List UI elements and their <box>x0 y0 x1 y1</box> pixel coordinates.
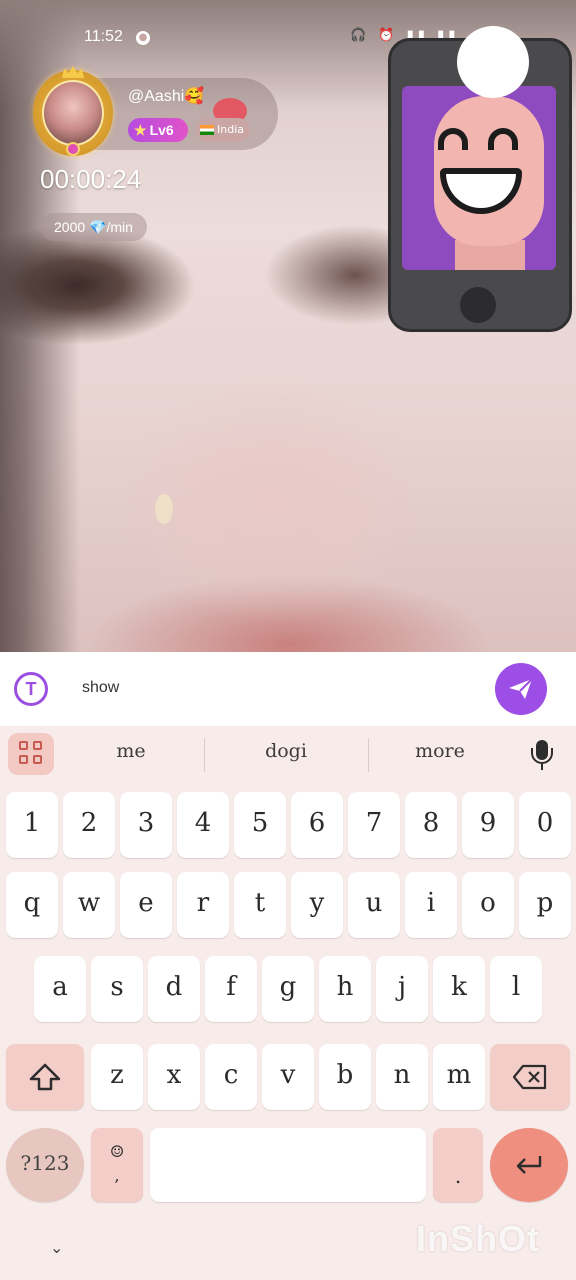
message-input[interactable] <box>82 674 472 702</box>
send-icon <box>509 678 533 699</box>
rate-value: 2000 <box>54 219 86 235</box>
key-m[interactable]: m <box>433 1044 485 1110</box>
key-z[interactable]: z <box>91 1044 143 1110</box>
key-x[interactable]: x <box>148 1044 200 1110</box>
enter-key[interactable] <box>490 1128 568 1202</box>
key-7[interactable]: 7 <box>348 792 400 858</box>
key-p[interactable]: p <box>519 872 571 938</box>
key-q[interactable]: q <box>6 872 58 938</box>
phone-camera-icon <box>457 26 529 98</box>
key-2[interactable]: 2 <box>63 792 115 858</box>
key-v[interactable]: v <box>262 1044 314 1110</box>
chevron-down-icon[interactable]: ⌄ <box>50 1238 66 1257</box>
suggestion-divider <box>368 738 369 772</box>
comma-label: , <box>114 1166 120 1185</box>
space-key[interactable] <box>150 1128 426 1202</box>
backspace-icon <box>512 1064 547 1090</box>
key-n[interactable]: n <box>376 1044 428 1110</box>
key-b[interactable]: b <box>319 1044 371 1110</box>
key-l[interactable]: l <box>490 956 542 1022</box>
country-label: India <box>217 123 244 136</box>
key-a[interactable]: a <box>34 956 86 1022</box>
key-j[interactable]: j <box>376 956 428 1022</box>
key-c[interactable]: c <box>205 1044 257 1110</box>
level-badge: ★ Lv6 <box>128 118 188 142</box>
gem-icon <box>66 142 80 156</box>
left-eye-icon <box>438 128 468 150</box>
key-w[interactable]: w <box>63 872 115 938</box>
key-e[interactable]: e <box>120 872 172 938</box>
send-button[interactable] <box>495 663 547 715</box>
enter-icon <box>516 1156 542 1174</box>
key-3[interactable]: 3 <box>120 792 172 858</box>
avatar[interactable] <box>42 80 104 146</box>
suggestion-3[interactable]: more <box>375 740 505 762</box>
key-g[interactable]: g <box>262 956 314 1022</box>
keyboard-menu-button[interactable] <box>8 733 54 775</box>
backspace-key[interactable] <box>490 1044 570 1110</box>
shift-key[interactable] <box>6 1044 84 1110</box>
key-5[interactable]: 5 <box>234 792 286 858</box>
period-key[interactable]: . <box>433 1128 483 1202</box>
star-icon: ★ <box>134 122 147 138</box>
video-nose-ring <box>155 494 173 524</box>
translate-icon[interactable]: T <box>14 672 48 706</box>
diamond-icon: 💎 <box>89 219 107 235</box>
emoji-key[interactable]: ☺ , <box>91 1128 143 1202</box>
level-label: Lv6 <box>149 122 174 138</box>
key-9[interactable]: 9 <box>462 792 514 858</box>
key-1[interactable]: 1 <box>6 792 58 858</box>
india-flag-icon <box>200 125 214 135</box>
key-s[interactable]: s <box>91 956 143 1022</box>
key-k[interactable]: k <box>433 956 485 1022</box>
call-rate: 2000 💎/min <box>40 213 147 241</box>
key-r[interactable]: r <box>177 872 229 938</box>
country-badge: India <box>196 118 250 142</box>
key-f[interactable]: f <box>205 956 257 1022</box>
key-i[interactable]: i <box>405 872 457 938</box>
watermark: InShOt <box>416 1218 540 1259</box>
key-o[interactable]: o <box>462 872 514 938</box>
key-6[interactable]: 6 <box>291 792 343 858</box>
key-d[interactable]: d <box>148 956 200 1022</box>
phone-home-button-icon <box>460 287 496 323</box>
suggestion-divider <box>204 738 205 772</box>
symbols-key[interactable]: ?123 <box>6 1128 84 1202</box>
emoji-icon: ☺ <box>109 1142 125 1161</box>
key-y[interactable]: y <box>291 872 343 938</box>
status-time: 11:52 <box>84 28 123 45</box>
key-8[interactable]: 8 <box>405 792 457 858</box>
suggestion-2[interactable]: dogi <box>221 740 351 762</box>
microphone-icon[interactable] <box>528 738 558 772</box>
username: @Aashi🥰 <box>128 88 205 105</box>
key-h[interactable]: h <box>319 956 371 1022</box>
rate-unit: /min <box>106 219 133 235</box>
notification-icon: ● <box>136 31 150 45</box>
right-eye-icon <box>488 128 518 150</box>
call-timer: 00:00:24 <box>40 164 142 194</box>
key-u[interactable]: u <box>348 872 400 938</box>
key-t[interactable]: t <box>234 872 286 938</box>
shift-icon <box>29 1063 61 1091</box>
suggestion-1[interactable]: me <box>66 740 196 762</box>
key-0[interactable]: 0 <box>519 792 571 858</box>
key-4[interactable]: 4 <box>177 792 229 858</box>
